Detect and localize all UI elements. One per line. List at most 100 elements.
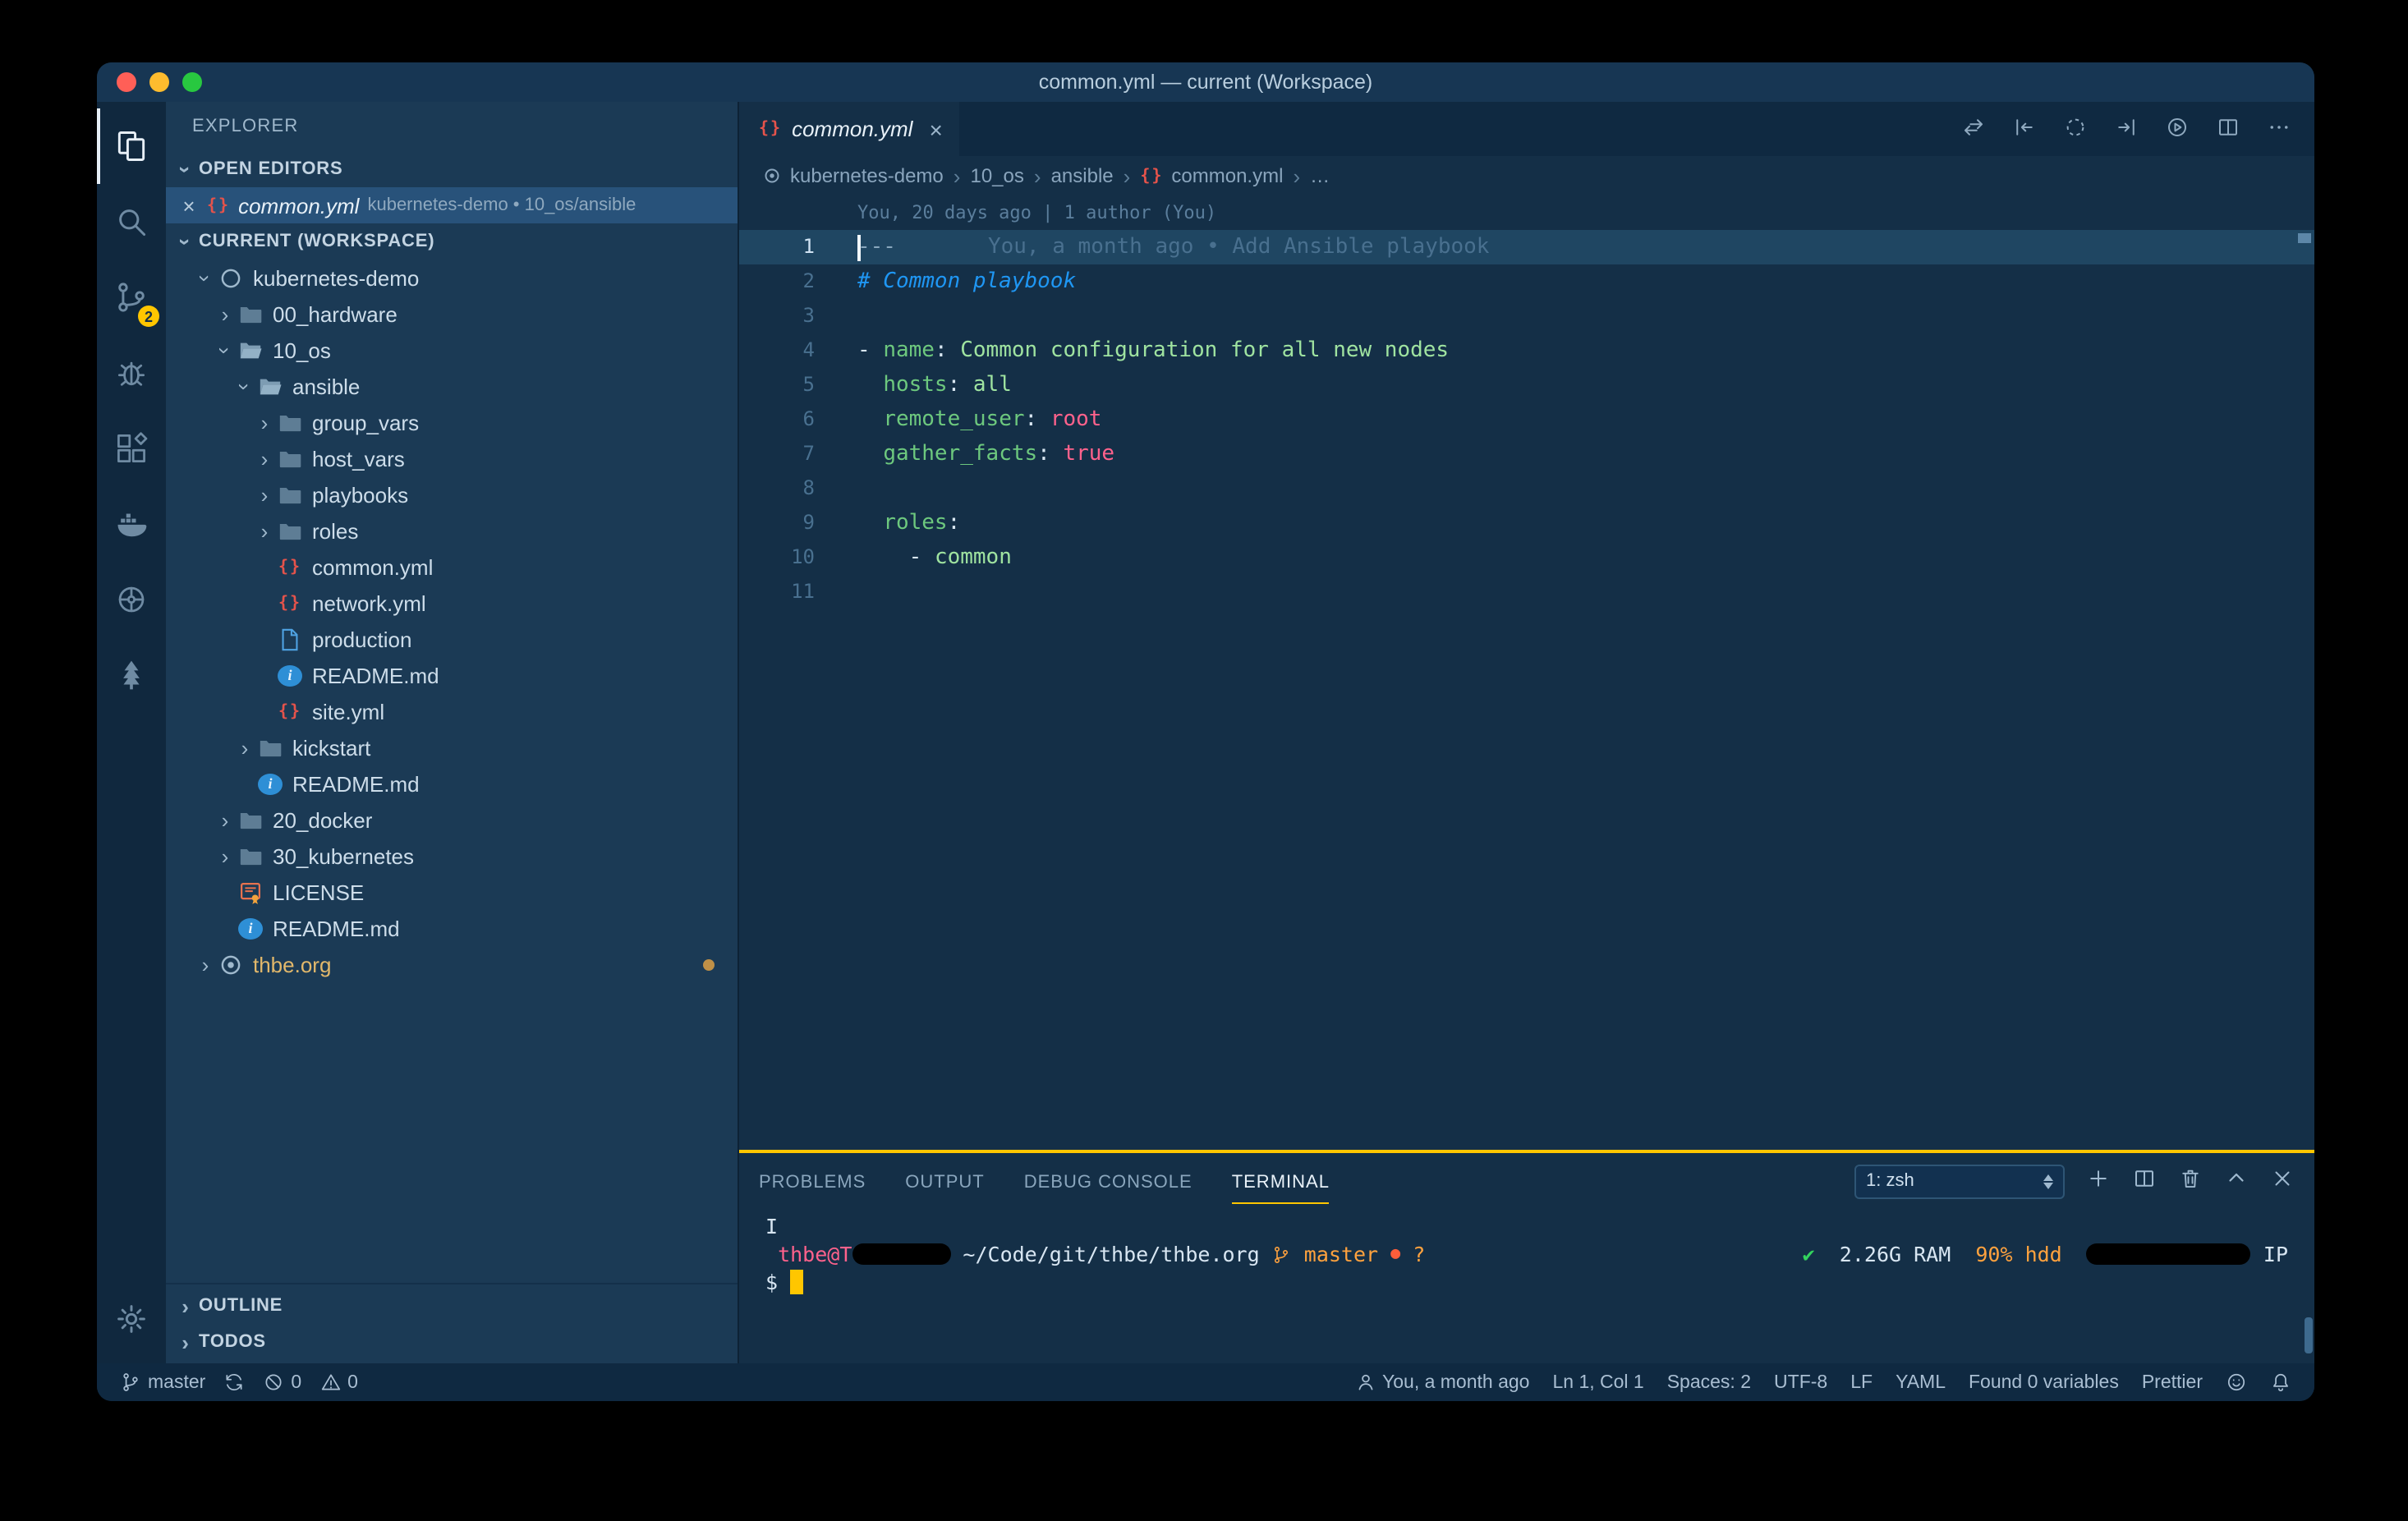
kubernetes-icon[interactable] [97, 562, 166, 637]
panel-tab-terminal[interactable]: TERMINAL [1232, 1158, 1330, 1204]
panel-tab-debug-console[interactable]: DEBUG CONSOLE [1024, 1158, 1193, 1204]
code-line-5[interactable]: 5 hosts: all [739, 368, 2314, 402]
code-line-6[interactable]: 6 remote_user: root [739, 402, 2314, 437]
close-panel-icon[interactable] [2270, 1166, 2295, 1196]
extensions-icon[interactable] [97, 411, 166, 486]
breadcrumb-item-10-os[interactable]: 10_os [970, 164, 1023, 187]
code-line-2[interactable]: 2# Common playbook [739, 264, 2314, 299]
tree-item-readme-md[interactable]: ›iREADME.md [166, 765, 738, 802]
section-todos[interactable]: ›TODOS [166, 1324, 738, 1360]
section-outline[interactable]: ›OUTLINE [166, 1288, 738, 1324]
breadcrumb-item-kubernetes-demo[interactable]: kubernetes-demo [762, 164, 944, 187]
tree-item-thbe-org[interactable]: ›thbe.org [166, 946, 738, 982]
code-token [857, 442, 883, 466]
inline-blame: You, a month ago • Add Ansible playbook [988, 235, 1490, 260]
tree-item-00-hardware[interactable]: ›00_hardware [166, 296, 738, 332]
tree-item-ansible[interactable]: ›ansible [166, 368, 738, 404]
source-control-icon[interactable]: 2 [97, 260, 166, 335]
tree-item-kickstart[interactable]: ›kickstart [166, 729, 738, 765]
minimize-window-button[interactable] [149, 72, 169, 92]
breadcrumb-item-common-yml[interactable]: {}common.yml [1140, 164, 1283, 187]
status-item-feedback-smiley-icon[interactable] [2226, 1372, 2247, 1393]
close-window-button[interactable] [117, 72, 136, 92]
tree-item-30-kubernetes[interactable]: ›30_kubernetes [166, 838, 738, 874]
breadcrumb-item-item[interactable]: … [1310, 164, 1330, 187]
yaml-icon: {} [278, 594, 302, 612]
status-item-utf-8[interactable]: UTF-8 [1774, 1372, 1827, 1392]
code-line-8[interactable]: 8 [739, 471, 2314, 506]
status-item-0[interactable]: 0 [319, 1372, 358, 1393]
split-terminal-icon[interactable] [2132, 1166, 2157, 1196]
gitlens-authors-lens[interactable]: You, 20 days ago | 1 author (You) [739, 195, 2314, 230]
code-line-10[interactable]: 10 - common [739, 540, 2314, 575]
line-number: 6 [739, 402, 838, 437]
status-item-found-0-variables[interactable]: Found 0 variables [1969, 1372, 2119, 1392]
status-item-lf[interactable]: LF [1850, 1372, 1873, 1392]
breadcrumb-item-ansible[interactable]: ansible [1051, 164, 1114, 187]
kill-terminal-icon[interactable] [2178, 1166, 2203, 1196]
workspace-section-header[interactable]: › CURRENT (WORKSPACE) [166, 223, 738, 260]
terminal[interactable]: I thbe@T ~/Code/git/thbe/thbe.org master… [739, 1209, 2314, 1363]
close-icon[interactable]: × [179, 193, 199, 218]
title-bar[interactable]: common.yml — current (Workspace) [97, 62, 2314, 102]
status-item-ln-1-col-1[interactable]: Ln 1, Col 1 [1552, 1372, 1643, 1392]
status-item-prettier[interactable]: Prettier [2142, 1372, 2203, 1392]
tree-item-readme-md[interactable]: ›iREADME.md [166, 910, 738, 946]
search-icon[interactable] [97, 184, 166, 260]
zoom-window-button[interactable] [182, 72, 202, 92]
tree-item-license[interactable]: ›LICENSE [166, 874, 738, 910]
tab-common-yml[interactable]: {} common.yml × [739, 102, 959, 156]
yaml-icon: {} [278, 558, 302, 576]
code-line-7[interactable]: 7 gather_facts: true [739, 437, 2314, 471]
split-editor-icon[interactable] [2216, 114, 2240, 144]
tree-item-roles[interactable]: ›roles [166, 512, 738, 549]
git-branch-icon [120, 1372, 141, 1393]
previous-change-icon[interactable] [2012, 114, 2037, 144]
status-item-bell-icon[interactable] [2270, 1372, 2291, 1393]
todo-tree-icon[interactable] [97, 637, 166, 713]
new-terminal-icon[interactable] [2086, 1166, 2111, 1196]
tree-item-production[interactable]: ›production [166, 621, 738, 657]
run-icon[interactable] [2165, 114, 2190, 144]
code-line-4[interactable]: 4- name: Common configuration for all ne… [739, 333, 2314, 368]
settings-gear-icon[interactable] [97, 1281, 166, 1357]
tree-item-20-docker[interactable]: ›20_docker [166, 802, 738, 838]
more-actions-icon[interactable] [2267, 114, 2291, 144]
status-item-spaces-2[interactable]: Spaces: 2 [1667, 1372, 1751, 1392]
code-line-9[interactable]: 9 roles: [739, 506, 2314, 540]
terminal-input-line: $ [765, 1268, 2288, 1296]
scrollbar-thumb[interactable] [2305, 1317, 2313, 1353]
code-line-1[interactable]: 1---You, a month ago • Add Ansible playb… [739, 230, 2314, 264]
tree-item-site-yml[interactable]: ›{}site.yml [166, 693, 738, 729]
next-change-icon[interactable] [2114, 114, 2139, 144]
close-icon[interactable]: × [929, 116, 942, 142]
status-item-master[interactable]: master [120, 1372, 205, 1393]
terminal-shell-select[interactable]: 1: zsh [1854, 1164, 2065, 1198]
gitlens-annotate-icon[interactable] [2063, 114, 2088, 144]
code-line-3[interactable]: 3 [739, 299, 2314, 333]
open-changes-icon[interactable] [1961, 114, 1986, 144]
open-editors-header[interactable]: › OPEN EDITORS [166, 151, 738, 187]
debug-icon[interactable] [97, 335, 166, 411]
editor-area[interactable]: You, 20 days ago | 1 author (You) 1---Yo… [739, 195, 2314, 1150]
panel-tab-problems[interactable]: PROBLEMS [759, 1158, 866, 1204]
status-item-you-a-month-ago[interactable]: You, a month ago [1354, 1372, 1529, 1393]
tree-item-kubernetes-demo[interactable]: ›kubernetes-demo [166, 260, 738, 296]
code-line-11[interactable]: 11 [739, 575, 2314, 609]
maximize-panel-icon[interactable] [2224, 1166, 2249, 1196]
tree-item-playbooks[interactable]: ›playbooks [166, 476, 738, 512]
docker-icon[interactable] [97, 486, 166, 562]
status-item-yaml[interactable]: YAML [1896, 1372, 1946, 1392]
tree-item-host-vars[interactable]: ›host_vars [166, 440, 738, 476]
status-item-sync-icon[interactable] [223, 1372, 245, 1393]
tree-item-readme-md[interactable]: ›iREADME.md [166, 657, 738, 693]
status-item-0[interactable]: 0 [263, 1372, 301, 1393]
code-text: roles: [838, 506, 960, 540]
explorer-icon[interactable] [97, 108, 166, 184]
tree-item-common-yml[interactable]: ›{}common.yml [166, 549, 738, 585]
tree-item-network-yml[interactable]: ›{}network.yml [166, 585, 738, 621]
tree-item-group-vars[interactable]: ›group_vars [166, 404, 738, 440]
open-editor-item-common-yml[interactable]: × {} common.yml kubernetes-demo • 10_os/… [166, 187, 738, 223]
panel-tab-output[interactable]: OUTPUT [905, 1158, 984, 1204]
tree-item-10-os[interactable]: ›10_os [166, 332, 738, 368]
